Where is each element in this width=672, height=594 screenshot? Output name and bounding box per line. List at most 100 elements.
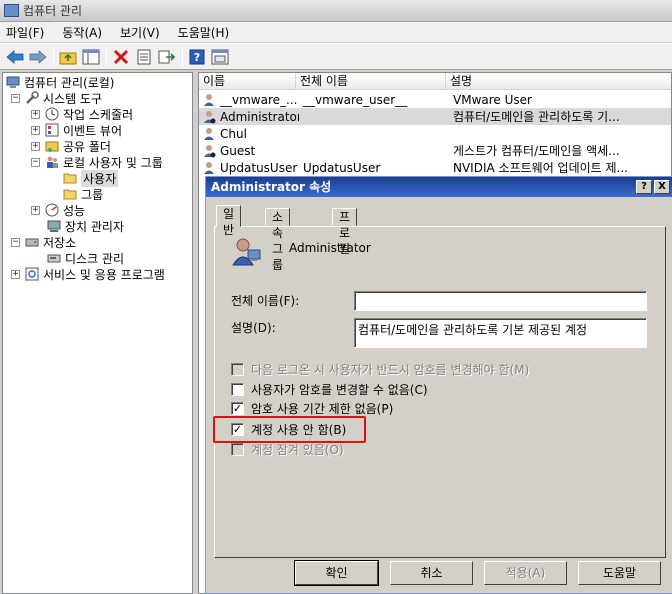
back-arrow-icon[interactable]: [4, 46, 26, 68]
user-description: 게스트가 컴퓨터/도메인을 액세...: [453, 144, 620, 158]
expand-icon[interactable]: +: [31, 125, 40, 135]
tree-label: 그룹: [81, 187, 104, 202]
folder-icon: [63, 171, 77, 185]
tree-node-storage[interactable]: − 저장소: [11, 234, 76, 250]
console-view-icon[interactable]: [209, 46, 231, 68]
tree-node-system-tools[interactable]: − 시스템 도구: [11, 90, 102, 106]
export-icon[interactable]: [156, 46, 178, 68]
show-hide-tree-icon[interactable]: [80, 46, 102, 68]
tree-label: 컴퓨터 관리(로컬): [24, 75, 115, 90]
user-name: Chul: [220, 126, 247, 141]
column-header-name[interactable]: 이름: [199, 73, 296, 90]
expand-icon[interactable]: +: [31, 141, 40, 151]
menu-file[interactable]: 파일(F): [6, 24, 44, 41]
checkbox-label: 암호 사용 기간 제한 없음(P): [251, 401, 394, 416]
tree-label: 로컬 사용자 및 그룹: [63, 155, 163, 170]
expand-icon[interactable]: +: [31, 205, 40, 215]
user-full-name: UpdatusUser: [303, 160, 381, 175]
checkbox-cannot-change-password[interactable]: 사용자가 암호를 변경할 수 없음(C): [231, 381, 428, 397]
list-item[interactable]: Guest 게스트가 컴퓨터/도메인을 액세...: [199, 142, 671, 159]
toolbar-separator: [106, 46, 107, 67]
user-full-name: __vmware_user__: [303, 92, 408, 107]
tree-node-users[interactable]: 사용자: [63, 169, 119, 187]
tab-profile[interactable]: 프로필: [332, 208, 358, 256]
list-item[interactable]: __vmware_... __vmware_user__ VMware User: [199, 91, 671, 108]
tree-node-task-scheduler[interactable]: + 작업 스케줄러: [31, 106, 133, 122]
properties-icon[interactable]: [133, 46, 155, 68]
tree-node-services-apps[interactable]: + 서비스 및 응용 프로그램: [11, 266, 165, 282]
computer-management-icon: [6, 75, 20, 89]
expand-icon[interactable]: +: [11, 269, 20, 279]
checkbox-must-change-password: 다음 로그온 시 사용자가 반드시 암호를 변경해야 함(M): [231, 361, 529, 377]
list-item[interactable]: Chul: [199, 125, 671, 142]
apply-button[interactable]: 적용(A): [484, 561, 567, 585]
storage-icon: [25, 235, 39, 249]
column-header-full-name[interactable]: 전체 이름: [296, 73, 446, 90]
performance-icon: [45, 203, 59, 217]
collapse-icon[interactable]: −: [11, 93, 20, 103]
shared-folder-icon: [45, 139, 59, 153]
device-manager-icon: [47, 219, 61, 233]
tree-node-root[interactable]: 컴퓨터 관리(로컬): [6, 74, 114, 90]
tree-label: 서비스 및 응용 프로그램: [43, 267, 165, 282]
column-header-description[interactable]: 설명: [446, 73, 671, 90]
menu-view[interactable]: 보기(V): [120, 24, 160, 41]
full-name-field[interactable]: [354, 291, 647, 311]
tree-node-groups[interactable]: 그룹: [63, 186, 103, 202]
tree-node-device-manager[interactable]: 장치 관리자: [47, 218, 124, 234]
tree-node-performance[interactable]: + 성능: [31, 202, 85, 218]
list-item[interactable]: UpdatusUser UpdatusUser NVIDIA 소프트웨어 업데이…: [199, 159, 671, 176]
menu-bar: 파일(F) 동작(A) 보기(V) 도움말(H): [0, 22, 672, 42]
expand-icon[interactable]: +: [31, 109, 40, 119]
user-icon: [202, 93, 216, 107]
tab-general[interactable]: 일반: [216, 205, 242, 237]
tree-label: 공유 폴더: [63, 139, 111, 154]
ok-button[interactable]: 확인: [294, 560, 379, 586]
checkbox[interactable]: [231, 382, 244, 396]
description-field[interactable]: 컴퓨터/도메인을 관리하도록 기본 제공된 계정: [354, 318, 647, 348]
services-icon: [25, 267, 39, 281]
tree-node-event-viewer[interactable]: + 이벤트 뷰어: [31, 122, 122, 138]
user-name: Administrator: [220, 109, 299, 124]
window-title-bar: 컴퓨터 관리: [0, 0, 672, 22]
dialog-close-button[interactable]: X: [654, 180, 670, 194]
forward-arrow-icon[interactable]: [27, 46, 49, 68]
tree-label: 디스크 관리: [65, 251, 125, 266]
users-group-icon: [45, 155, 59, 169]
up-folder-icon[interactable]: [57, 46, 79, 68]
event-viewer-icon: [45, 123, 59, 137]
tree-label: 사용자: [81, 169, 119, 187]
help-button[interactable]: 도움말: [578, 561, 661, 585]
delete-icon[interactable]: [110, 46, 132, 68]
user-description: 컴퓨터/도메인을 관리하도록 기...: [453, 110, 620, 124]
list-item[interactable]: Administrator 컴퓨터/도메인을 관리하도록 기...: [199, 108, 671, 125]
user-description: VMware User: [453, 92, 532, 107]
tree-label: 저장소: [43, 235, 77, 250]
window-title: 컴퓨터 관리: [23, 4, 83, 18]
collapse-icon[interactable]: −: [11, 237, 20, 247]
help-icon[interactable]: ?: [186, 46, 208, 68]
user-name: Guest: [220, 143, 256, 158]
toolbar-separator: [53, 46, 54, 67]
checkbox-password-never-expires[interactable]: ✓ 암호 사용 기간 제한 없음(P): [231, 400, 393, 416]
clock-icon: [45, 107, 59, 121]
user-description: NVIDIA 소프트웨어 업데이트 제...: [453, 161, 629, 175]
menu-action[interactable]: 동작(A): [62, 24, 102, 41]
user-name: UpdatusUser: [220, 160, 298, 175]
menu-help[interactable]: 도움말(H): [178, 24, 230, 41]
tree-node-local-users-groups[interactable]: − 로컬 사용자 및 그룹: [31, 154, 163, 170]
toolbar-separator: [182, 46, 183, 67]
tree-node-disk-management[interactable]: 디스크 관리: [47, 250, 124, 266]
tree-label: 작업 스케줄러: [63, 107, 134, 122]
checkbox: [231, 442, 244, 456]
user-icon: [202, 110, 216, 124]
dialog-help-button[interactable]: ?: [636, 180, 652, 194]
computer-management-icon: [4, 4, 19, 17]
tree-node-shared-folders[interactable]: + 공유 폴더: [31, 138, 111, 154]
user-icon: [202, 144, 216, 158]
user-icon: [202, 127, 216, 141]
collapse-icon[interactable]: −: [31, 157, 40, 167]
tab-member-of[interactable]: 소속 그룹: [265, 208, 291, 272]
checkbox[interactable]: ✓: [231, 401, 244, 415]
cancel-button[interactable]: 취소: [390, 561, 473, 585]
